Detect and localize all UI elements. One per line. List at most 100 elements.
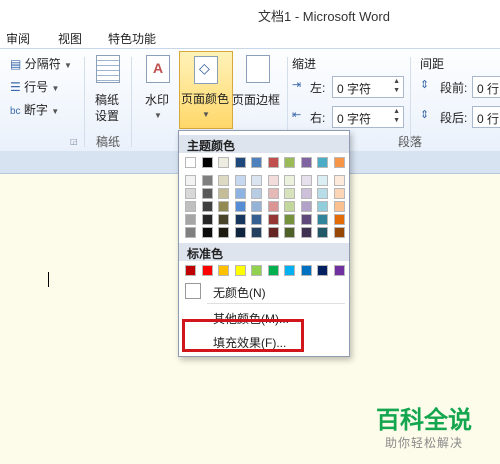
color-swatch[interactable]	[267, 201, 279, 212]
color-swatch[interactable]	[284, 188, 295, 199]
color-swatch[interactable]	[333, 175, 345, 186]
spacing-header: 间距	[420, 57, 445, 71]
spacing-after-spinner[interactable]: 0 行	[472, 106, 500, 128]
color-swatch[interactable]	[333, 265, 345, 276]
color-swatch[interactable]	[218, 214, 229, 225]
page-border-button[interactable]: 页面边框	[232, 51, 284, 125]
indent-right-spinner[interactable]: 0 字符 ▲ ▼	[332, 106, 404, 128]
color-swatch[interactable]	[284, 265, 295, 276]
watermark-icon: A	[146, 55, 170, 83]
color-swatch[interactable]	[333, 188, 345, 199]
color-swatch[interactable]	[267, 214, 279, 225]
color-swatch[interactable]	[300, 265, 312, 276]
color-swatch[interactable]	[267, 265, 279, 276]
color-swatch[interactable]	[284, 175, 295, 186]
columns-button[interactable]: ▤ 分隔符 ▼	[10, 55, 72, 72]
color-swatch[interactable]	[317, 201, 328, 212]
color-swatch[interactable]	[218, 227, 229, 238]
spinner-arrows-icon[interactable]: ▲ ▼	[393, 77, 400, 95]
color-swatch[interactable]	[234, 227, 246, 238]
color-swatch[interactable]	[284, 157, 295, 168]
color-swatch[interactable]	[185, 265, 196, 276]
color-swatch[interactable]	[251, 265, 262, 276]
color-swatch[interactable]	[267, 157, 279, 168]
color-swatch[interactable]	[234, 175, 246, 186]
no-color-menu-item[interactable]: 无颜色(N)	[179, 281, 349, 301]
color-swatch[interactable]	[251, 214, 262, 225]
color-swatch[interactable]	[284, 227, 295, 238]
color-swatch[interactable]	[185, 214, 196, 225]
color-swatch[interactable]	[267, 188, 279, 199]
color-swatch[interactable]	[185, 157, 196, 168]
indent-right-label: 右:	[310, 111, 326, 125]
dialog-launcher-icon[interactable]: ◲	[70, 137, 78, 146]
color-swatch[interactable]	[201, 214, 213, 225]
color-swatch[interactable]	[218, 265, 229, 276]
color-swatch[interactable]	[201, 227, 213, 238]
chevron-down-icon: ▼	[51, 84, 60, 93]
color-swatch[interactable]	[185, 188, 196, 199]
color-swatch[interactable]	[218, 188, 229, 199]
color-swatch[interactable]	[251, 188, 262, 199]
color-swatch[interactable]	[251, 157, 262, 168]
page-color-label: 页面颜色	[181, 92, 230, 106]
color-swatch[interactable]	[234, 265, 246, 276]
color-swatch[interactable]	[185, 175, 196, 186]
color-swatch[interactable]	[267, 175, 279, 186]
color-swatch[interactable]	[333, 214, 345, 225]
color-swatch[interactable]	[251, 227, 262, 238]
page-color-button[interactable]: ◇ 页面颜色 ▼	[179, 51, 233, 129]
color-swatch[interactable]	[333, 227, 345, 238]
color-swatch[interactable]	[234, 188, 246, 199]
color-swatch[interactable]	[284, 201, 295, 212]
tab-review[interactable]: 审阅	[6, 30, 30, 47]
color-swatch[interactable]	[201, 188, 213, 199]
color-swatch[interactable]	[201, 157, 213, 168]
color-swatch[interactable]	[218, 201, 229, 212]
tab-view[interactable]: 视图	[58, 30, 82, 47]
color-swatch[interactable]	[300, 227, 312, 238]
watermark-button[interactable]: A 水印 ▼	[138, 51, 176, 125]
color-swatch[interactable]	[234, 214, 246, 225]
window-title: 文档1 - Microsoft Word	[258, 9, 390, 24]
tab-special-features[interactable]: 特色功能	[108, 30, 156, 47]
line-numbers-button[interactable]: ☰ 行号 ▼	[10, 78, 59, 95]
color-swatch[interactable]	[333, 157, 345, 168]
group-divider	[131, 57, 132, 147]
color-swatch[interactable]	[218, 175, 229, 186]
group-label-paragraph: 段落	[398, 135, 423, 149]
color-swatch[interactable]	[300, 188, 312, 199]
color-swatch[interactable]	[201, 175, 213, 186]
color-swatch[interactable]	[251, 201, 262, 212]
color-swatch[interactable]	[251, 175, 262, 186]
manuscript-setup-button[interactable]: 稿纸 设置	[88, 51, 126, 125]
color-swatch[interactable]	[317, 214, 328, 225]
color-swatch[interactable]	[300, 157, 312, 168]
indent-left-spinner[interactable]: 0 字符 ▲ ▼	[332, 76, 404, 98]
color-swatch[interactable]	[267, 227, 279, 238]
color-swatch[interactable]	[317, 175, 328, 186]
color-swatch[interactable]	[317, 157, 328, 168]
color-swatch[interactable]	[300, 175, 312, 186]
color-swatch[interactable]	[201, 201, 213, 212]
color-swatch[interactable]	[234, 201, 246, 212]
color-swatch[interactable]	[185, 227, 196, 238]
color-swatch[interactable]	[300, 201, 312, 212]
group-label-manuscript: 稿纸	[96, 135, 121, 149]
color-swatch[interactable]	[333, 201, 345, 212]
paint-bucket-icon: ◇	[194, 56, 218, 84]
color-swatch[interactable]	[317, 265, 328, 276]
spinner-arrows-icon[interactable]: ▲ ▼	[393, 107, 400, 125]
hyphenation-button[interactable]: bc 断字 ▼	[10, 101, 59, 118]
color-swatch[interactable]	[201, 265, 213, 276]
color-swatch[interactable]	[300, 214, 312, 225]
color-swatch[interactable]	[218, 157, 229, 168]
color-swatch[interactable]	[284, 214, 295, 225]
spacing-before-spinner[interactable]: 0 行	[472, 76, 500, 98]
color-swatch[interactable]	[317, 227, 328, 238]
hyphenation-label: 断字	[23, 103, 48, 117]
color-swatch[interactable]	[317, 188, 328, 199]
color-swatch[interactable]	[185, 201, 196, 212]
spacing-after-value: 0 行	[477, 112, 500, 126]
color-swatch[interactable]	[234, 157, 246, 168]
